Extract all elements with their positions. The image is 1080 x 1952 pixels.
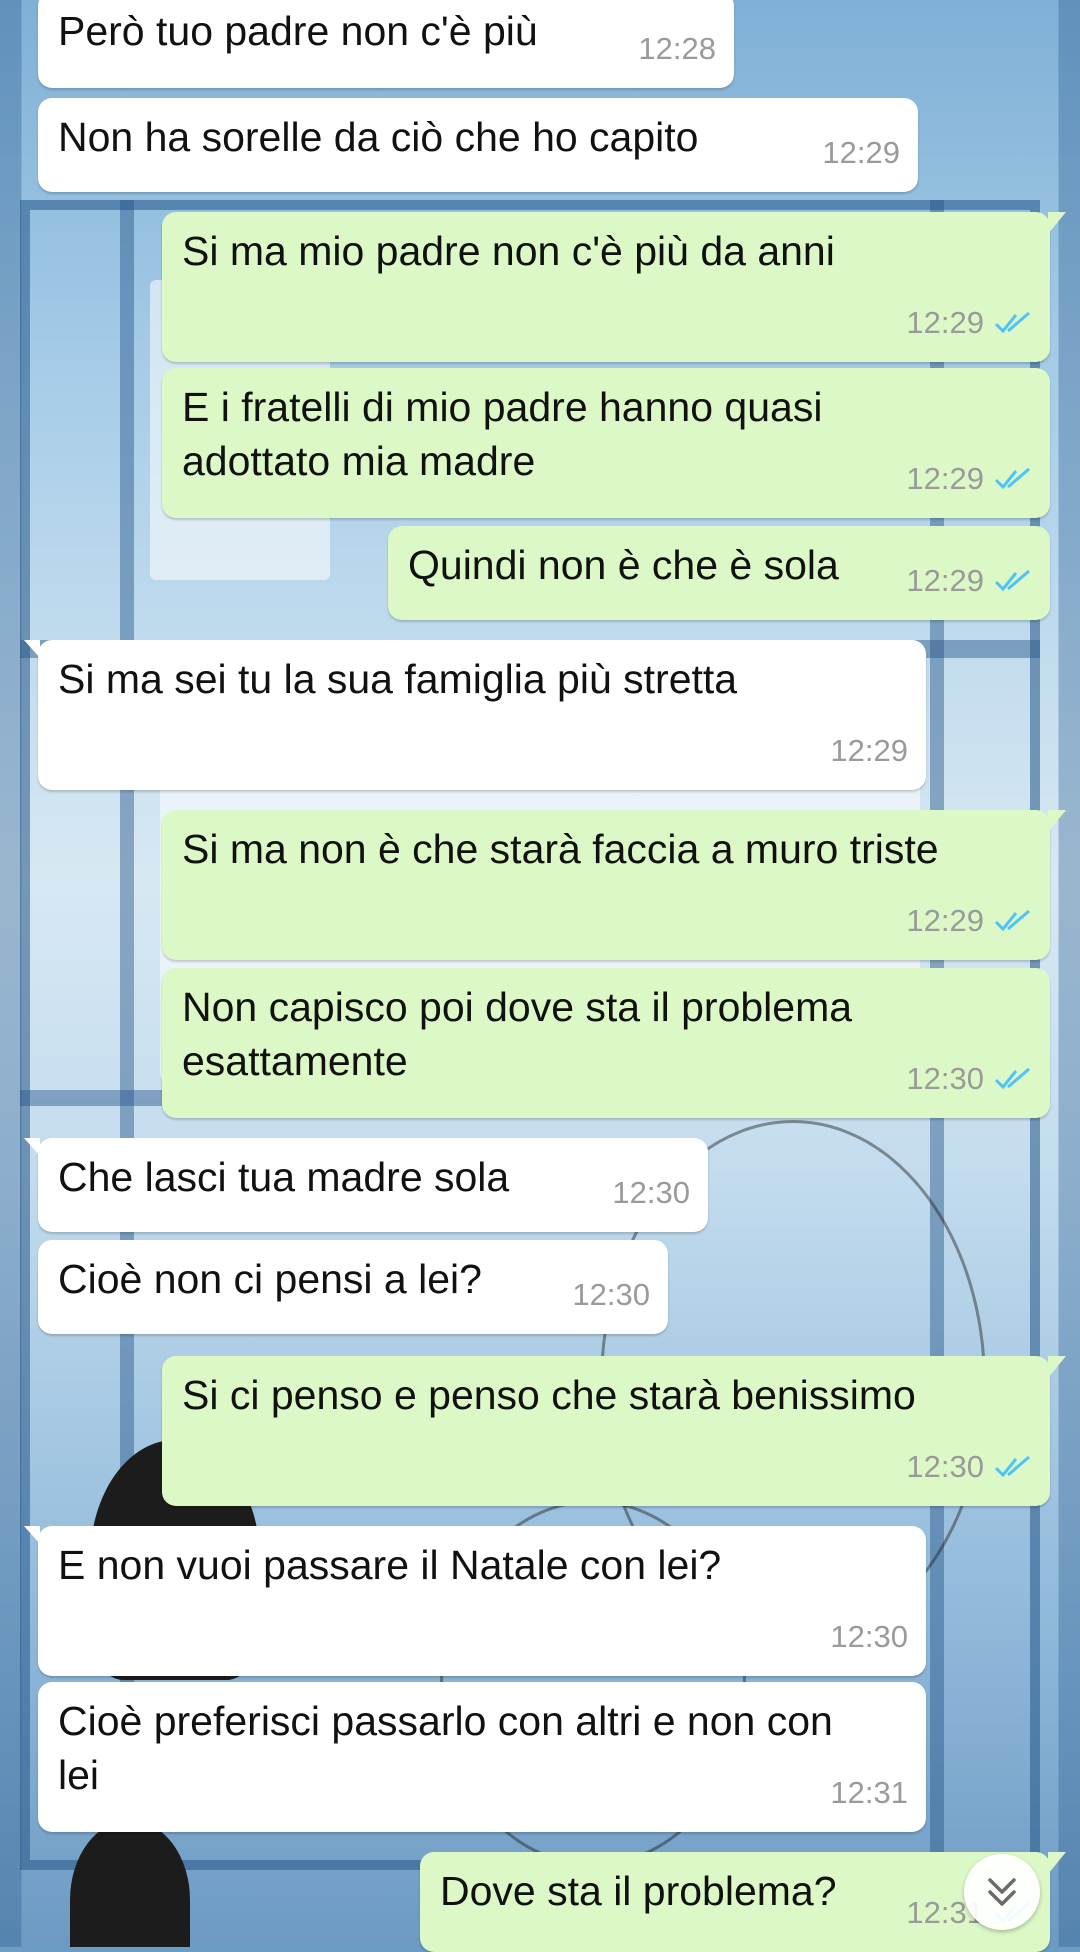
- bubble-tail: [1048, 1356, 1066, 1378]
- message-text: Cioè preferisci passarlo con altri e non…: [58, 1698, 845, 1798]
- bubble-tail: [24, 1138, 40, 1156]
- message-bubble-outgoing[interactable]: Non capisco poi dove sta il problema esa…: [162, 968, 1050, 1118]
- message-bubble-incoming[interactable]: E non vuoi passare il Natale con lei? 12…: [24, 1526, 926, 1676]
- message-bubble-incoming[interactable]: Cioè preferisci passarlo con altri e non…: [38, 1682, 926, 1832]
- read-receipt-icon: [994, 311, 1030, 334]
- read-receipt-icon: [994, 467, 1030, 490]
- scroll-to-bottom-button[interactable]: [964, 1854, 1040, 1930]
- message-bubble-incoming[interactable]: Si ma sei tu la sua famiglia più stretta…: [24, 640, 926, 790]
- message-bubble-outgoing[interactable]: Quindi non è che è sola 12:29: [388, 526, 1050, 620]
- message-list[interactable]: Però tuo padre non c'è più 12:28 Non ha …: [0, 0, 1080, 1952]
- message-bubble-incoming[interactable]: Però tuo padre non c'è più 12:28: [38, 0, 734, 88]
- read-receipt-icon: [994, 1067, 1030, 1090]
- message-text: Cioè non ci pensi a lei?: [58, 1256, 482, 1302]
- message-text: Si ma sei tu la sua famiglia più stretta: [58, 656, 738, 702]
- message-text: Però tuo padre non c'è più: [58, 8, 538, 54]
- message-time: 12:29: [906, 563, 984, 598]
- message-time: 12:29: [906, 903, 984, 938]
- message-bubble-incoming[interactable]: Cioè non ci pensi a lei? 12:30: [38, 1240, 668, 1334]
- message-time: 12:30: [572, 1277, 650, 1312]
- read-receipt-icon: [994, 569, 1030, 592]
- message-bubble-outgoing[interactable]: Dove sta il problema? 12:31: [420, 1852, 1066, 1952]
- message-time: 12:29: [906, 461, 984, 496]
- bubble-tail: [1048, 810, 1066, 832]
- message-text: E non vuoi passare il Natale con lei?: [58, 1542, 722, 1588]
- message-time: 12:30: [906, 1449, 984, 1484]
- double-chevron-down-icon: [988, 1878, 1016, 1906]
- message-time: 12:30: [906, 1061, 984, 1096]
- message-bubble-incoming[interactable]: Che lasci tua madre sola 12:30: [24, 1138, 708, 1232]
- message-bubble-outgoing[interactable]: Si ci penso e penso che starà benissimo …: [162, 1356, 1066, 1506]
- bubble-tail: [1048, 1852, 1066, 1874]
- message-time: 12:30: [612, 1175, 690, 1210]
- bubble-tail: [24, 640, 40, 658]
- message-time: 12:30: [830, 1619, 908, 1654]
- bubble-tail: [24, 1526, 40, 1544]
- bubble-tail: [1048, 212, 1066, 234]
- message-time: 12:29: [822, 135, 900, 170]
- message-bubble-incoming[interactable]: Non ha sorelle da ciò che ho capito 12:2…: [38, 98, 918, 192]
- message-bubble-outgoing[interactable]: E i fratelli di mio padre hanno quasi ad…: [162, 368, 1050, 518]
- message-time: 12:29: [906, 305, 984, 340]
- message-bubble-outgoing[interactable]: Si ma mio padre non c'è più da anni 12:2…: [162, 212, 1066, 362]
- message-text: E i fratelli di mio padre hanno quasi ad…: [182, 384, 834, 484]
- message-text: Non capisco poi dove sta il problema esa…: [182, 984, 864, 1084]
- message-text: Che lasci tua madre sola: [58, 1154, 510, 1200]
- message-time: 12:29: [830, 733, 908, 768]
- message-time: 12:28: [638, 31, 716, 66]
- message-text: Non ha sorelle da ciò che ho capito: [58, 114, 699, 160]
- message-bubble-outgoing[interactable]: Si ma non è che starà faccia a muro tris…: [162, 810, 1066, 960]
- read-receipt-icon: [994, 909, 1030, 932]
- message-text: Si ma mio padre non c'è più da anni: [182, 228, 835, 274]
- message-text: Si ci penso e penso che starà benissimo: [182, 1372, 916, 1418]
- message-text: Si ma non è che starà faccia a muro tris…: [182, 826, 939, 872]
- message-time: 12:31: [830, 1775, 908, 1810]
- read-receipt-icon: [994, 1455, 1030, 1478]
